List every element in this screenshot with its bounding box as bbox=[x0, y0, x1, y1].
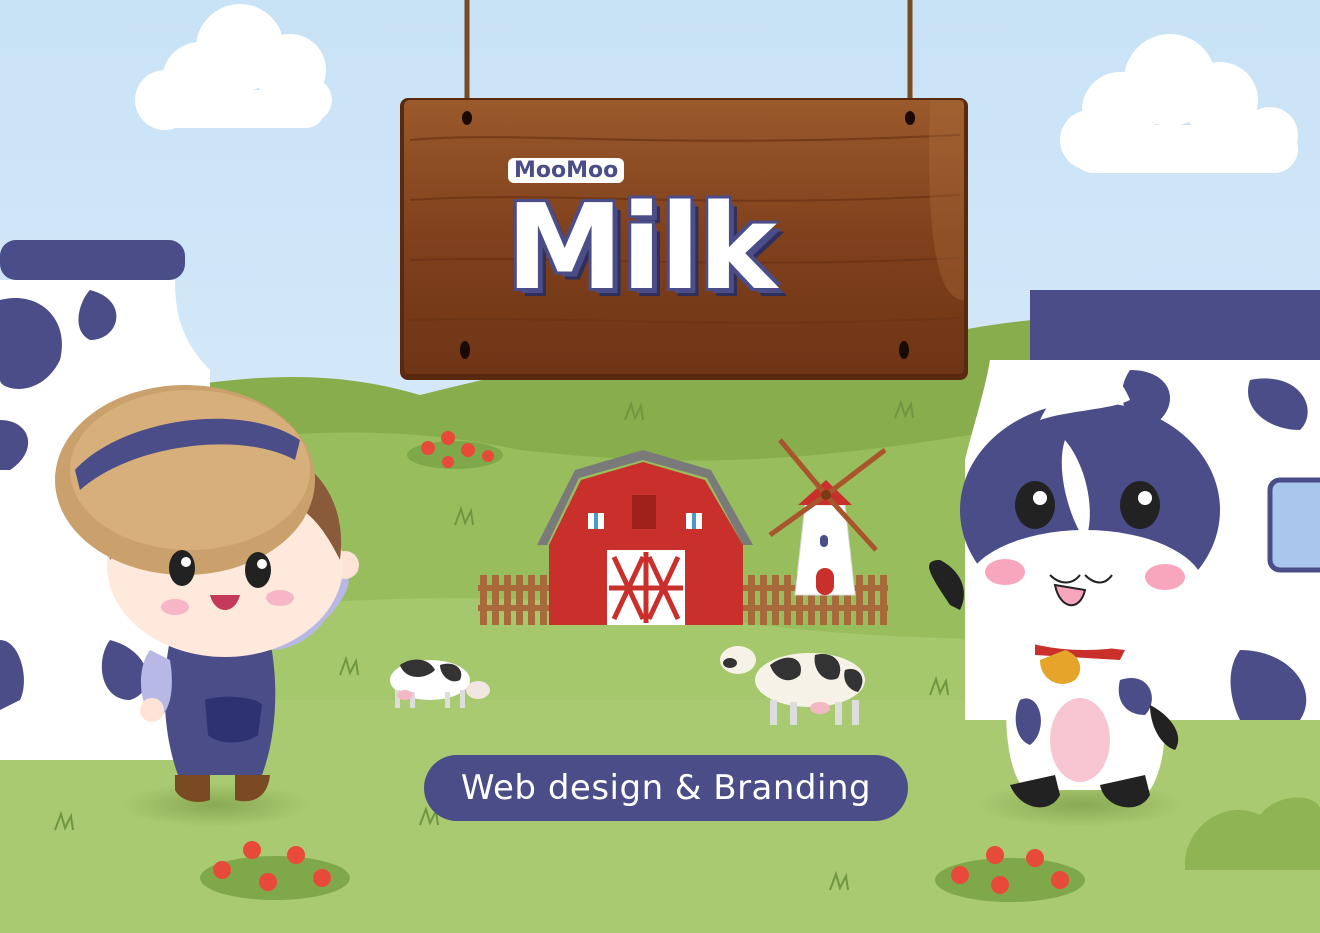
tagline-badge: Web design & Branding bbox=[424, 755, 908, 821]
logo-main-text: Milk bbox=[506, 178, 777, 316]
tagline-text: Web design & Branding bbox=[460, 768, 872, 808]
logo: MooMoo Milk bbox=[500, 150, 880, 330]
